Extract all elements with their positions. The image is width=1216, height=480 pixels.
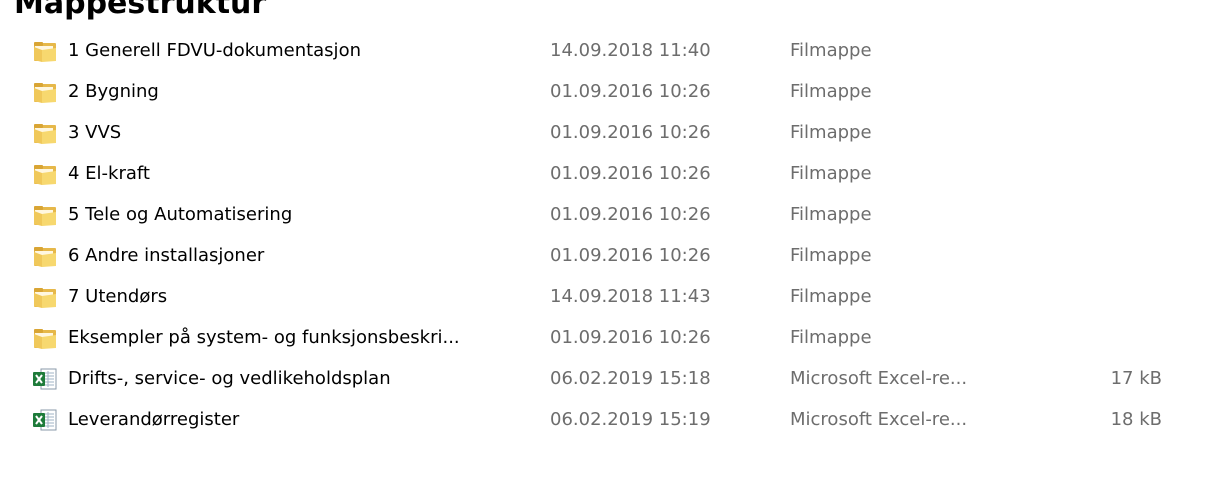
file-row[interactable]: 2 Bygning 01.09.2016 10:26 Filmappe [0, 71, 1216, 112]
file-name: 5 Tele og Automatisering [68, 204, 293, 225]
file-type: Filmappe [790, 286, 872, 307]
file-type: Filmappe [790, 40, 872, 61]
folder-icon [34, 206, 56, 226]
file-size: 17 kB [1110, 368, 1162, 389]
file-row[interactable]: 4 El-kraft 01.09.2016 10:26 Filmappe [0, 153, 1216, 194]
file-type: Filmappe [790, 163, 872, 184]
folder-icon [34, 247, 56, 267]
file-row[interactable]: 6 Andre installasjoner 01.09.2016 10:26 … [0, 235, 1216, 276]
file-row[interactable]: Leverandørregister 06.02.2019 15:19 Micr… [0, 399, 1216, 440]
folder-icon [34, 165, 56, 185]
file-name: 7 Utendørs [68, 286, 168, 307]
file-type: Filmappe [790, 81, 872, 102]
file-name: 6 Andre installasjoner [68, 245, 265, 266]
excel-file-icon [33, 368, 57, 390]
folder-icon [34, 124, 56, 144]
file-date: 01.09.2016 10:26 [550, 81, 711, 102]
file-date: 06.02.2019 15:18 [550, 368, 711, 389]
file-name: 3 VVS [68, 122, 122, 143]
file-type: Filmappe [790, 245, 872, 266]
folder-icon [34, 288, 56, 308]
file-row[interactable]: 5 Tele og Automatisering 01.09.2016 10:2… [0, 194, 1216, 235]
file-date: 01.09.2016 10:26 [550, 327, 711, 348]
file-name: Eksempler på system- og funksjonsbeskri.… [68, 327, 460, 348]
file-type: Filmappe [790, 122, 872, 143]
file-type: Filmappe [790, 327, 872, 348]
file-type: Filmappe [790, 204, 872, 225]
file-name: Leverandørregister [68, 409, 240, 430]
file-date: 01.09.2016 10:26 [550, 204, 711, 225]
file-list: 1 Generell FDVU-dokumentasjon 14.09.2018… [0, 30, 1216, 440]
folder-icon [34, 42, 56, 62]
file-row[interactable]: Drifts-, service- og vedlikeholdsplan 06… [0, 358, 1216, 399]
file-date: 01.09.2016 10:26 [550, 245, 711, 266]
file-name: 2 Bygning [68, 81, 159, 102]
file-size: 18 kB [1110, 409, 1162, 430]
file-row[interactable]: Eksempler på system- og funksjonsbeskri.… [0, 317, 1216, 358]
folder-icon [34, 83, 56, 103]
file-date: 14.09.2018 11:43 [550, 286, 711, 307]
file-date: 01.09.2016 10:26 [550, 122, 711, 143]
file-row[interactable]: 1 Generell FDVU-dokumentasjon 14.09.2018… [0, 30, 1216, 71]
excel-file-icon [33, 409, 57, 431]
file-date: 14.09.2018 11:40 [550, 40, 711, 61]
file-date: 01.09.2016 10:26 [550, 163, 711, 184]
page-heading: Mappestruktur [14, 0, 267, 21]
file-type: Microsoft Excel-re... [790, 409, 968, 430]
file-name: 4 El-kraft [68, 163, 150, 184]
file-date: 06.02.2019 15:19 [550, 409, 711, 430]
file-name: Drifts-, service- og vedlikeholdsplan [68, 368, 391, 389]
file-row[interactable]: 3 VVS 01.09.2016 10:26 Filmappe [0, 112, 1216, 153]
folder-icon [34, 329, 56, 349]
file-type: Microsoft Excel-re... [790, 368, 968, 389]
file-name: 1 Generell FDVU-dokumentasjon [68, 40, 361, 61]
file-row[interactable]: 7 Utendørs 14.09.2018 11:43 Filmappe [0, 276, 1216, 317]
